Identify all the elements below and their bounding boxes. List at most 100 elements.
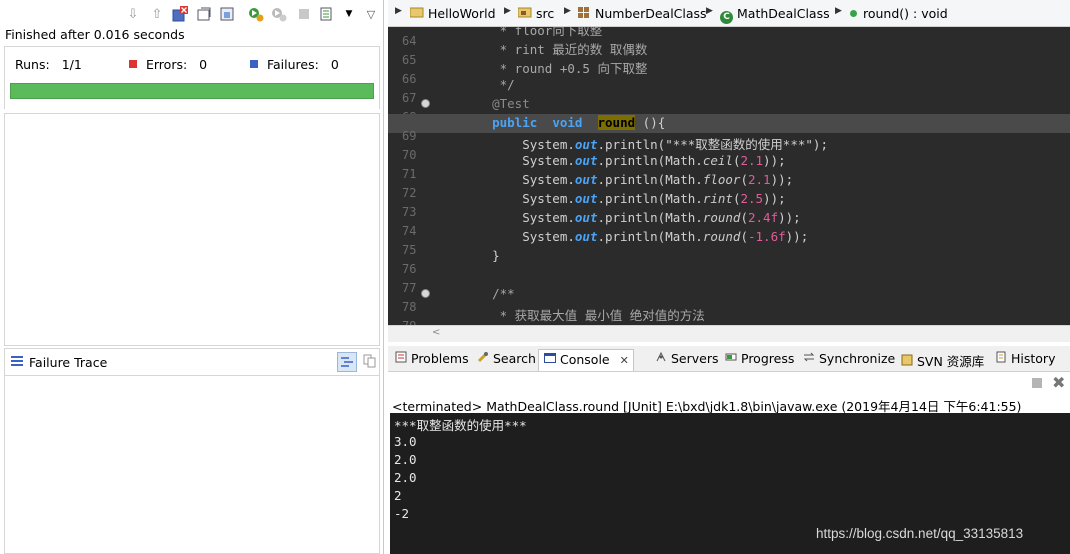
tab-label: Synchronize: [819, 351, 896, 366]
failure-trace-header: Failure Trace: [4, 348, 380, 376]
tab-label: Problems: [411, 351, 469, 366]
close-tab-icon[interactable]: ✕: [620, 354, 629, 367]
remove-launch-icon[interactable]: ✖: [1052, 373, 1065, 392]
view-menu-icon[interactable]: ▽: [362, 5, 380, 23]
test-progress-fill: [11, 84, 373, 98]
tab-label: Servers: [671, 351, 719, 366]
previous-failure-icon[interactable]: ⇧: [148, 5, 166, 23]
tab-progress[interactable]: Progress: [720, 349, 798, 371]
errors-counter: Errors: 0: [129, 57, 207, 72]
failure-trace-title: Failure Trace: [29, 355, 108, 370]
tab-console[interactable]: Console ✕: [538, 349, 634, 371]
errors-label: Errors:: [145, 57, 188, 72]
compare-result-icon[interactable]: [361, 352, 379, 370]
line-text: */: [462, 77, 515, 92]
tab-label: Console: [560, 352, 610, 367]
breadcrumb-item-project[interactable]: HelloWorld: [409, 6, 496, 21]
layout-icon[interactable]: [218, 5, 236, 23]
breadcrumb-item-src[interactable]: src: [517, 6, 554, 21]
tab-label: History: [1011, 351, 1056, 366]
breadcrumb-item-class[interactable]: C MathDealClass: [720, 6, 830, 24]
line-text: * rint 最近的数 取偶数: [462, 42, 648, 57]
console-output-line: 2: [394, 488, 402, 503]
code-line: 65 * rint 最近的数 取偶数: [388, 38, 1070, 67]
tab-history[interactable]: History: [990, 349, 1059, 371]
code-editor[interactable]: 64 * floor向下取整 65 * rint 最近的数 取偶数 66 * r…: [388, 27, 1070, 325]
errors-value: 0: [199, 57, 208, 72]
tab-label: Progress: [741, 351, 795, 366]
filter-stack-trace-icon[interactable]: [337, 352, 357, 372]
tab-search[interactable]: Search: [472, 349, 540, 371]
code-line: 76 }: [388, 247, 1070, 276]
runs-counter: Runs: 1/1: [15, 57, 82, 72]
counter-panel: Runs: 1/1 Errors: 0 Failures: 0: [4, 46, 380, 109]
tab-label: Search: [493, 351, 536, 366]
breadcrumb-arrow-icon: ▶: [835, 6, 842, 16]
test-tree[interactable]: [4, 113, 380, 346]
history-dropdown-icon[interactable]: ▼: [340, 5, 358, 23]
code-line: 72 System.out.println(Math.floor(2.1));: [388, 171, 1070, 200]
console-output-line: 2.0: [394, 452, 417, 467]
show-failures-only-icon[interactable]: [171, 5, 189, 23]
breadcrumb-arrow-icon: ▶: [504, 6, 511, 16]
code-line: 67 */: [388, 76, 1070, 105]
progress-icon: [724, 351, 738, 366]
code-line-current: 69 public void round (){: [388, 114, 1070, 143]
breadcrumb-item-package[interactable]: NumberDealClass: [577, 6, 707, 21]
code-line: 64 * floor向下取整: [388, 27, 1070, 48]
code-line: 75 System.out.println(Math.round(-1.6f))…: [388, 228, 1070, 257]
failures-label: Failures:: [266, 57, 319, 72]
history-icon: [994, 351, 1008, 366]
code-line: 74 System.out.println(Math.round(2.4f));: [388, 209, 1070, 238]
synchronize-icon: [802, 351, 816, 366]
fold-toggle-icon[interactable]: [421, 99, 430, 108]
class-icon: C: [720, 11, 733, 24]
failure-trace-body[interactable]: [4, 376, 380, 554]
test-progress-bar: [10, 83, 374, 99]
line-text: * round +0.5 向下取整: [462, 61, 648, 76]
bottom-view-tabs: Problems Search Console ✕ Servers Progre…: [388, 346, 1070, 372]
method-icon: [850, 10, 857, 17]
breadcrumb-label: MathDealClass: [737, 6, 830, 21]
scroll-lock-icon[interactable]: [195, 5, 213, 23]
test-run-history-icon[interactable]: [318, 5, 336, 23]
breadcrumb-label: NumberDealClass: [595, 6, 707, 21]
scroll-left-icon[interactable]: <: [432, 327, 440, 338]
search-icon: [476, 351, 490, 366]
tab-servers[interactable]: Servers: [650, 349, 723, 371]
tab-svn-repository[interactable]: SVN 资源库: [896, 349, 988, 371]
console-icon: [543, 352, 557, 367]
breadcrumb-item-method[interactable]: round() : void: [850, 6, 948, 21]
line-text-highlighted: System.out.println(Math.round(2.4f));: [462, 210, 801, 225]
svn-icon: [900, 354, 914, 369]
editor-horizontal-scrollbar[interactable]: <: [388, 325, 1070, 342]
tab-synchronize[interactable]: Synchronize: [798, 349, 899, 371]
code-line: 68 @Test: [388, 95, 1070, 124]
failure-trace-icon: [10, 354, 24, 371]
console-output-line: ***取整函数的使用***: [394, 418, 527, 433]
line-text-highlighted: System.out.println("***取整函数的使用***");: [462, 137, 828, 152]
rerun-failures-icon[interactable]: [270, 5, 288, 23]
servers-icon: [654, 351, 668, 366]
line-text: /**: [462, 286, 515, 301]
line-text: * 获取最大值 最小值 绝对值的方法: [462, 308, 705, 323]
code-line: 73 System.out.println(Math.rint(2.5));: [388, 190, 1070, 219]
runs-value: 1/1: [61, 57, 82, 72]
failure-icon: [250, 60, 258, 68]
terminate-icon[interactable]: [1031, 377, 1043, 392]
breadcrumb-label: round() : void: [863, 6, 948, 21]
code-line: 78 /**: [388, 285, 1070, 314]
tab-problems[interactable]: Problems: [390, 349, 473, 371]
package-folder-icon: [517, 6, 532, 21]
breadcrumb-arrow-icon: ▶: [564, 6, 571, 16]
line-text-highlighted: System.out.println(Math.floor(2.1));: [462, 172, 794, 187]
project-icon: [409, 6, 424, 21]
stop-icon[interactable]: [295, 5, 313, 23]
next-failure-icon[interactable]: ⇩: [124, 5, 142, 23]
line-text-highlighted: System.out.println(Math.round(-1.6f));: [462, 229, 809, 244]
line-text-highlighted: System.out.println(Math.rint(2.5));: [462, 191, 786, 206]
fold-toggle-icon[interactable]: [421, 289, 430, 298]
rerun-test-icon[interactable]: [247, 5, 265, 23]
breadcrumb-label: HelloWorld: [428, 6, 496, 21]
line-text: }: [462, 248, 500, 263]
